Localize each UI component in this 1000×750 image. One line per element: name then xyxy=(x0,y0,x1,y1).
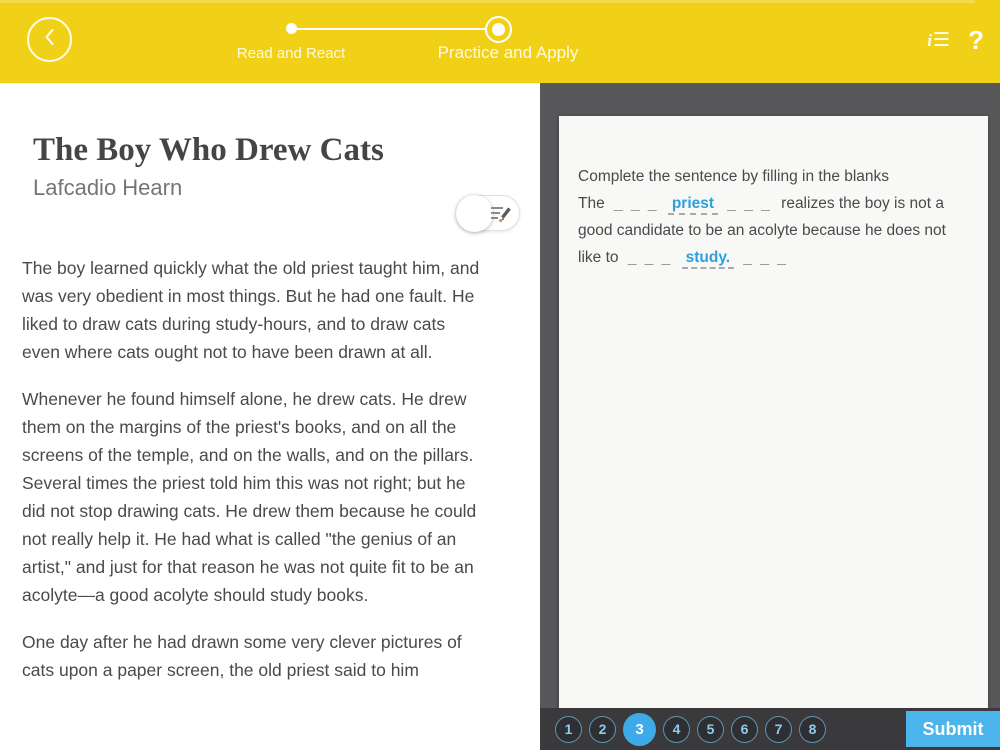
help-button[interactable]: ? xyxy=(968,25,984,56)
submit-button[interactable]: Submit xyxy=(906,711,1000,747)
question-number-5[interactable]: 5 xyxy=(697,715,724,743)
answer-word-2[interactable]: study. xyxy=(681,249,735,269)
annotation-pencil-icon xyxy=(490,203,512,230)
story-title: The Boy Who Drew Cats xyxy=(33,132,384,168)
question-number-2[interactable]: 2 xyxy=(589,715,616,743)
annotations-toggle[interactable] xyxy=(456,195,520,232)
question-number-7[interactable]: 7 xyxy=(765,715,792,743)
cloze-sentence: The _ _ _ priest _ _ _ realizes the boy … xyxy=(578,190,968,271)
question-number-8[interactable]: 8 xyxy=(799,715,826,743)
question-number-3-active[interactable]: 3 xyxy=(623,712,656,746)
question-card: Complete the sentence by filling in the … xyxy=(559,116,988,708)
step-label-practice-and-apply[interactable]: Practice and Apply xyxy=(413,43,603,63)
app-header: Read and React Practice and Apply i ☰ ? xyxy=(0,0,1000,83)
step-label-read-and-react[interactable]: Read and React xyxy=(211,45,371,62)
story-paragraph: The boy learned quickly what the old pri… xyxy=(22,258,480,362)
answer-word-1[interactable]: priest xyxy=(667,195,719,215)
list-icon: ☰ xyxy=(932,30,950,51)
question-number-6[interactable]: 6 xyxy=(731,715,758,743)
progress-step-ring-practice[interactable] xyxy=(485,16,512,43)
activity-pane: Complete the sentence by filling in the … xyxy=(540,83,1000,750)
question-body: Complete the sentence by filling in the … xyxy=(559,116,988,271)
story-paragraph: Whenever he found himself alone, he drew… xyxy=(22,389,477,605)
question-number-4[interactable]: 4 xyxy=(663,715,690,743)
blank-slot[interactable]: _ _ _ xyxy=(628,249,672,266)
toc-i-glyph: i xyxy=(927,31,932,50)
progress-track xyxy=(291,28,487,30)
main-split: The Boy Who Drew Cats Lafcadio Hearn The… xyxy=(0,83,1000,750)
blank-slot[interactable]: _ _ _ xyxy=(614,195,658,212)
sentence-text: The xyxy=(578,195,605,212)
story-paragraph: One day after he had drawn some very cle… xyxy=(22,632,462,680)
story-text: The boy learned quickly what the old pri… xyxy=(22,254,484,684)
question-dock: 1 2 3 4 5 6 7 8 Submit xyxy=(540,708,1000,750)
toggle-knob[interactable] xyxy=(456,195,493,232)
back-button[interactable] xyxy=(27,17,72,62)
question-prompt: Complete the sentence by filling in the … xyxy=(578,168,890,185)
blank-slot[interactable]: _ _ _ xyxy=(743,249,787,266)
table-of-contents-button[interactable]: i ☰ xyxy=(927,29,950,52)
chevron-left-icon xyxy=(42,28,58,51)
question-number-1[interactable]: 1 xyxy=(555,715,582,743)
reader-pane: The Boy Who Drew Cats Lafcadio Hearn The… xyxy=(0,83,540,750)
question-pager: 1 2 3 4 5 6 7 8 xyxy=(555,708,826,750)
progress-step-inner-dot xyxy=(492,23,505,36)
blank-slot[interactable]: _ _ _ xyxy=(727,195,771,212)
